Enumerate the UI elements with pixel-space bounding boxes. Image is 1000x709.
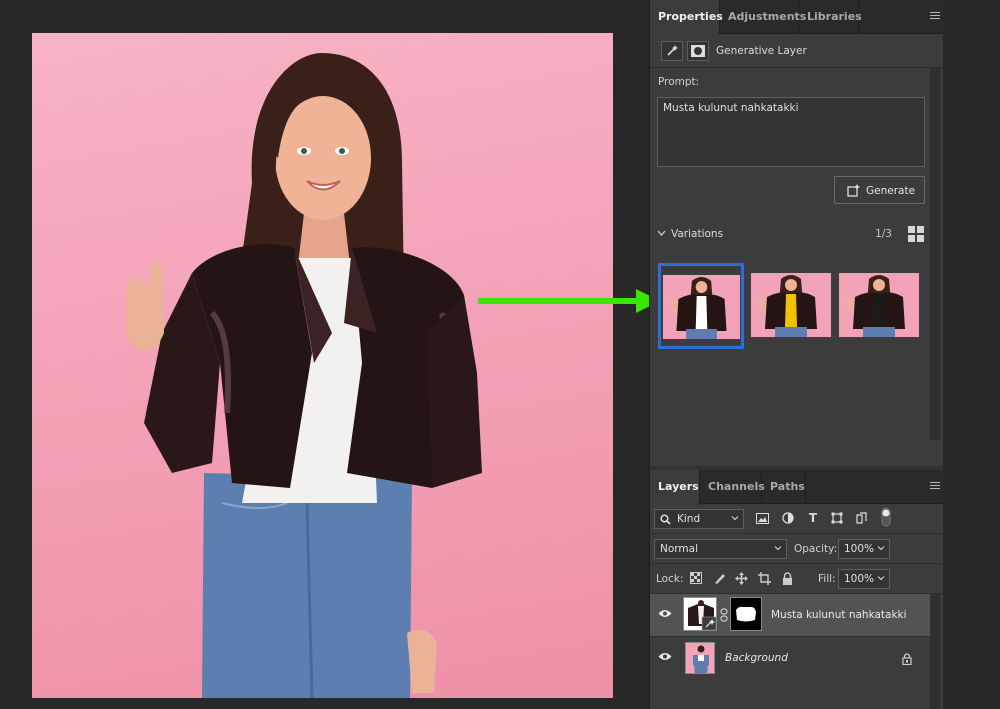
properties-panel: Generative Layer Prompt: Musta kulunut n… bbox=[650, 34, 944, 466]
tab-paths[interactable]: Paths bbox=[762, 470, 806, 504]
prompt-input[interactable]: Musta kulunut nahkatakki bbox=[657, 97, 925, 167]
layer-name-generative[interactable]: Musta kulunut nahkatakki bbox=[771, 609, 907, 621]
properties-tabbar: Properties Adjustments Libraries bbox=[650, 0, 944, 35]
layer-row-background[interactable]: Background bbox=[650, 636, 930, 678]
layer-mask-thumbnail[interactable] bbox=[730, 597, 762, 631]
blend-mode-row: Normal Opacity: 100% bbox=[650, 534, 944, 564]
filter-toggle-switch[interactable] bbox=[878, 507, 894, 527]
document-image[interactable] bbox=[32, 33, 613, 698]
grid-view-icon[interactable] bbox=[908, 226, 925, 243]
generative-layer-label: Generative Layer bbox=[716, 45, 807, 57]
chevron-down-icon bbox=[774, 546, 782, 551]
generate-icon bbox=[847, 184, 860, 197]
eye-icon[interactable] bbox=[658, 652, 672, 661]
variation-image-1 bbox=[663, 275, 740, 339]
fill-input[interactable]: 100% bbox=[838, 569, 890, 589]
layers-tabbar: Layers Channels Paths bbox=[650, 470, 944, 505]
generate-button[interactable]: Generate bbox=[834, 176, 925, 204]
type-filter-icon[interactable]: T bbox=[805, 510, 821, 526]
blend-mode-dropdown[interactable]: Normal bbox=[654, 539, 787, 559]
lock-image-pixels-icon[interactable] bbox=[711, 570, 727, 586]
lock-position-icon[interactable] bbox=[733, 570, 749, 586]
properties-scrollbar[interactable] bbox=[930, 68, 940, 440]
variation-thumbnail-3[interactable] bbox=[839, 273, 919, 337]
fill-value: 100% bbox=[844, 573, 875, 585]
woman-in-leather-jacket-illustration bbox=[126, 53, 482, 698]
layer-name-background[interactable]: Background bbox=[725, 652, 788, 664]
lock-artboard-icon[interactable] bbox=[756, 570, 772, 586]
layer-row-generative[interactable]: Musta kulunut nahkatakki bbox=[650, 594, 930, 636]
layers-panel: Layers Channels Paths Kind T Normal Opac… bbox=[650, 470, 944, 709]
opacity-value: 100% bbox=[844, 543, 875, 555]
pixel-filter-icon[interactable] bbox=[754, 510, 770, 526]
chevron-down-icon[interactable] bbox=[657, 230, 666, 236]
eye-icon[interactable] bbox=[658, 609, 672, 618]
right-panels: Properties Adjustments Libraries Generat… bbox=[649, 0, 944, 709]
prompt-label: Prompt: bbox=[658, 76, 700, 88]
tab-layers[interactable]: Layers bbox=[650, 470, 700, 505]
layers-menu-icon[interactable] bbox=[930, 482, 940, 490]
tab-adjustments[interactable]: Adjustments bbox=[720, 0, 806, 34]
lock-transparent-pixels-icon[interactable] bbox=[688, 570, 704, 586]
chevron-down-icon bbox=[877, 546, 885, 551]
blend-mode-value: Normal bbox=[660, 543, 698, 555]
lock-all-icon[interactable] bbox=[779, 570, 795, 586]
smart-object-filter-icon[interactable] bbox=[853, 510, 869, 526]
search-icon bbox=[660, 514, 671, 525]
variations-thumbnails bbox=[658, 261, 928, 349]
generative-layer-header: Generative Layer bbox=[650, 34, 944, 68]
filter-kind-value: Kind bbox=[677, 513, 701, 525]
lock-label: Lock: bbox=[656, 573, 684, 585]
green-arrow-icon bbox=[478, 289, 660, 313]
right-dock-area bbox=[943, 0, 1000, 709]
opacity-label: Opacity: bbox=[794, 543, 838, 555]
opacity-input[interactable]: 100% bbox=[838, 539, 890, 559]
chevron-down-icon bbox=[877, 576, 885, 581]
document-canvas-area[interactable] bbox=[0, 0, 648, 709]
layer-filter-row: Kind T bbox=[650, 504, 944, 534]
lock-row: Lock: Fill: 100% bbox=[650, 564, 944, 594]
panel-menu-icon[interactable] bbox=[930, 12, 940, 20]
variation-thumbnail-2[interactable] bbox=[751, 273, 831, 337]
layer-mask-icon[interactable] bbox=[687, 41, 709, 61]
generative-layer-icon[interactable] bbox=[661, 41, 683, 61]
link-icon[interactable] bbox=[720, 608, 728, 622]
adjustment-filter-icon[interactable] bbox=[780, 510, 796, 526]
layers-scrollbar[interactable] bbox=[930, 594, 940, 709]
variations-label: Variations bbox=[671, 228, 724, 240]
layer-thumbnail bbox=[683, 597, 717, 631]
chevron-down-icon bbox=[731, 516, 739, 521]
variations-count: 1/3 bbox=[875, 228, 892, 240]
tab-channels[interactable]: Channels bbox=[700, 470, 765, 504]
filter-kind-dropdown[interactable]: Kind bbox=[654, 509, 744, 529]
variation-thumbnail-1[interactable] bbox=[658, 263, 744, 349]
generate-button-label: Generate bbox=[866, 185, 916, 197]
lock-icon[interactable] bbox=[902, 653, 912, 665]
fill-label: Fill: bbox=[818, 573, 836, 585]
tab-libraries[interactable]: Libraries bbox=[799, 0, 862, 34]
tab-properties[interactable]: Properties bbox=[650, 0, 723, 35]
background-thumbnail bbox=[685, 642, 715, 674]
variations-header: Variations 1/3 bbox=[657, 226, 927, 243]
shape-filter-icon[interactable] bbox=[829, 510, 845, 526]
